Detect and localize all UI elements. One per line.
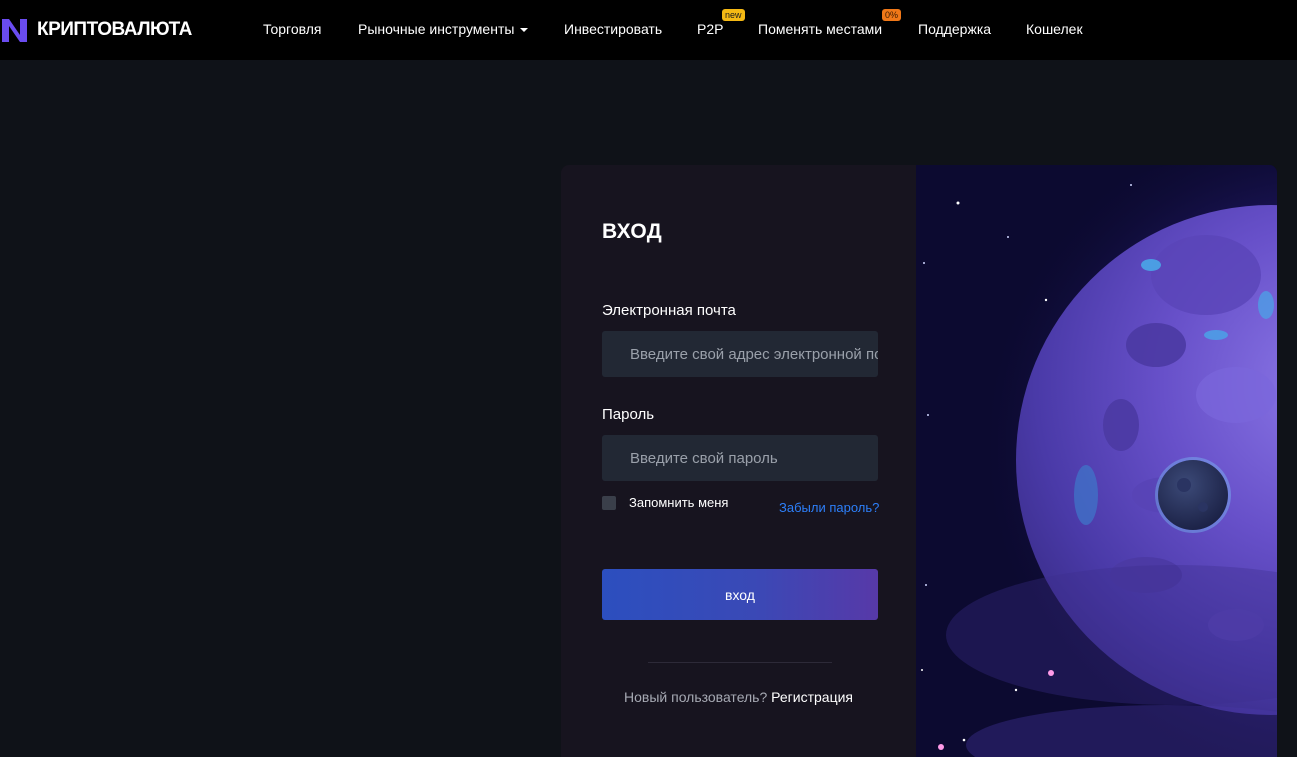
remember-me-checkbox[interactable] [602,495,616,510]
main-menu: Торговля Рыночные инструменты Инвестиров… [0,0,1297,60]
nav-item-market-tools-label: Рыночные инструменты [358,21,515,37]
remember-me[interactable]: Запомнить меня [602,495,728,510]
nav-item-p2p[interactable]: P2P [697,21,723,37]
space-illustration [916,165,1277,757]
new-user-text: Новый пользователь? [624,689,772,705]
nav-item-support[interactable]: Поддержка [918,21,991,37]
login-card: ВХОД Электронная почта Пароль Запомнить … [561,165,1277,757]
login-title: ВХОД [602,220,663,243]
forgot-password-link[interactable]: Забыли пароль? [779,500,879,515]
login-form: ВХОД Электронная почта Пароль Запомнить … [561,165,916,757]
caret-down-icon [520,28,529,32]
login-button[interactable]: вход [602,569,878,620]
planet-illustration [916,165,1277,757]
password-input[interactable] [602,435,878,481]
register-link[interactable]: Регистрация [771,689,853,705]
email-label: Электронная почта [602,302,736,319]
top-navbar: КРИПТОВАЛЮТА Торговля Рыночные инструмен… [0,0,1297,60]
zero-fee-badge: 0% [882,9,902,21]
new-badge: new [722,9,745,21]
register-prompt: Новый пользователь? Регистрация [561,689,916,705]
nav-item-wallet[interactable]: Кошелек [1026,21,1083,37]
nav-item-trading[interactable]: Торговля [263,21,321,37]
email-input[interactable] [602,331,878,377]
remember-me-label: Запомнить меня [629,495,729,510]
password-label: Пароль [602,406,655,423]
nav-item-market-tools[interactable]: Рыночные инструменты [358,21,529,37]
nav-item-swap[interactable]: Поменять местами [758,21,882,37]
nav-item-invest[interactable]: Инвестировать [564,21,662,37]
divider [648,662,832,663]
